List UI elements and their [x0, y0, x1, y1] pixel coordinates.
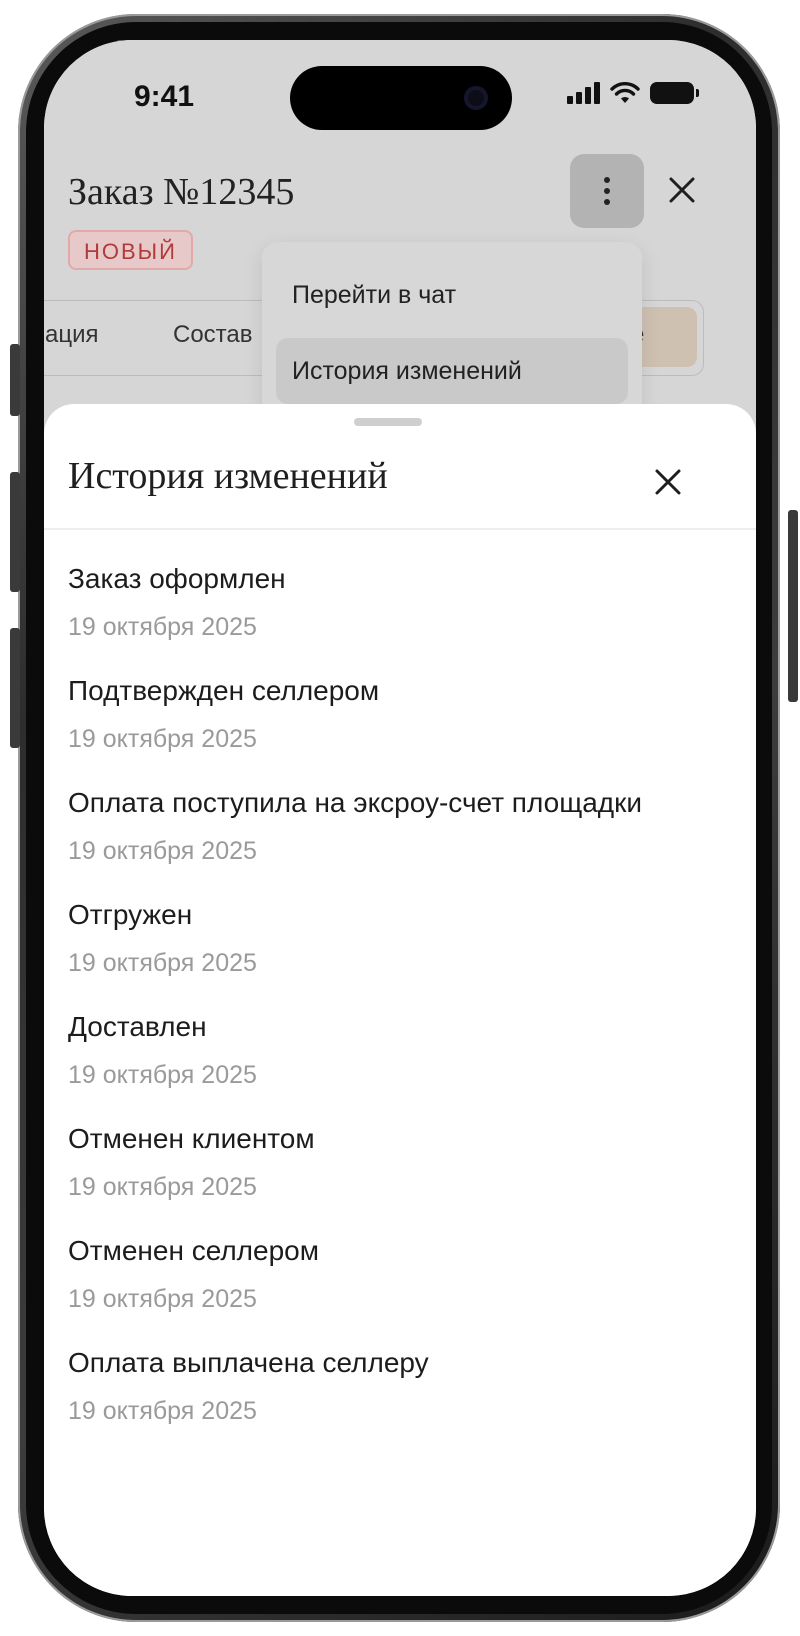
- power-button: [788, 510, 798, 702]
- status-icons: [567, 82, 699, 104]
- list-item: Доставлен 19 октября 2025: [68, 1008, 688, 1092]
- history-event-date: 19 октября 2025: [68, 1397, 257, 1425]
- more-vertical-icon: [604, 177, 610, 183]
- history-event-date: 19 октября 2025: [68, 1173, 257, 1201]
- history-event-title: Отменен клиентом: [68, 1123, 315, 1154]
- list-item: Отменен селлером 19 октября 2025: [68, 1232, 688, 1316]
- cellular-signal-icon: [567, 82, 600, 104]
- history-event-title: Доставлен: [68, 1011, 207, 1042]
- status-badge: НОВЫЙ: [68, 230, 193, 270]
- history-event-date: 19 октября 2025: [68, 837, 257, 865]
- history-event-date: 19 октября 2025: [68, 1061, 257, 1089]
- history-event-title: Отменен селлером: [68, 1235, 319, 1266]
- history-event-title: Заказ оформлен: [68, 563, 286, 594]
- history-event-date: 19 октября 2025: [68, 949, 257, 977]
- list-item: Подтвержден селлером 19 октября 2025: [68, 672, 688, 756]
- list-item: Заказ оформлен 19 октября 2025: [68, 560, 688, 644]
- camera-icon: [464, 86, 488, 110]
- history-event-title: Оплата выплачена селлеру: [68, 1347, 429, 1378]
- status-time: 9:41: [134, 80, 195, 113]
- menu-item-go-to-chat[interactable]: Перейти в чат: [276, 262, 628, 328]
- history-event-date: 19 октября 2025: [68, 613, 257, 641]
- close-icon[interactable]: [648, 462, 688, 502]
- list-item: Оплата выплачена селлеру 19 октября 2025: [68, 1344, 688, 1428]
- battery-icon: [650, 82, 699, 104]
- history-event-title: Оплата поступила на эксроу-счет площадки: [68, 787, 643, 818]
- order-title: Заказ №12345: [68, 171, 295, 213]
- list-item: Отменен клиентом 19 октября 2025: [68, 1120, 688, 1204]
- more-options-button[interactable]: [570, 154, 644, 228]
- wifi-icon: [610, 82, 640, 103]
- close-icon[interactable]: [662, 170, 702, 210]
- menu-item-change-history[interactable]: История изменений: [276, 338, 628, 404]
- divider: [44, 528, 756, 530]
- history-event-date: 19 октября 2025: [68, 725, 257, 753]
- dynamic-island: [290, 66, 512, 130]
- volume-down-button: [10, 628, 20, 748]
- history-list: Заказ оформлен 19 октября 2025 Подтвержд…: [68, 560, 688, 1456]
- side-action-button: [10, 344, 20, 416]
- list-item: Отгружен 19 октября 2025: [68, 896, 688, 980]
- screen: 9:41 Заказ №12345 НОВЫЙ ация Состав Пере…: [44, 40, 756, 1596]
- sheet-title: История изменений: [68, 455, 388, 497]
- tab-composition[interactable]: Состав: [173, 321, 253, 349]
- history-event-title: Отгружен: [68, 899, 193, 930]
- tab-info[interactable]: ация: [45, 321, 99, 349]
- history-event-date: 19 октября 2025: [68, 1285, 257, 1313]
- history-event-title: Подтвержден селлером: [68, 675, 380, 706]
- sheet-grabber[interactable]: [354, 418, 422, 426]
- list-item: Оплата поступила на эксроу-счет площадки…: [68, 784, 688, 868]
- volume-up-button: [10, 472, 20, 592]
- history-bottom-sheet: История изменений Заказ оформлен 19 октя…: [44, 404, 756, 1596]
